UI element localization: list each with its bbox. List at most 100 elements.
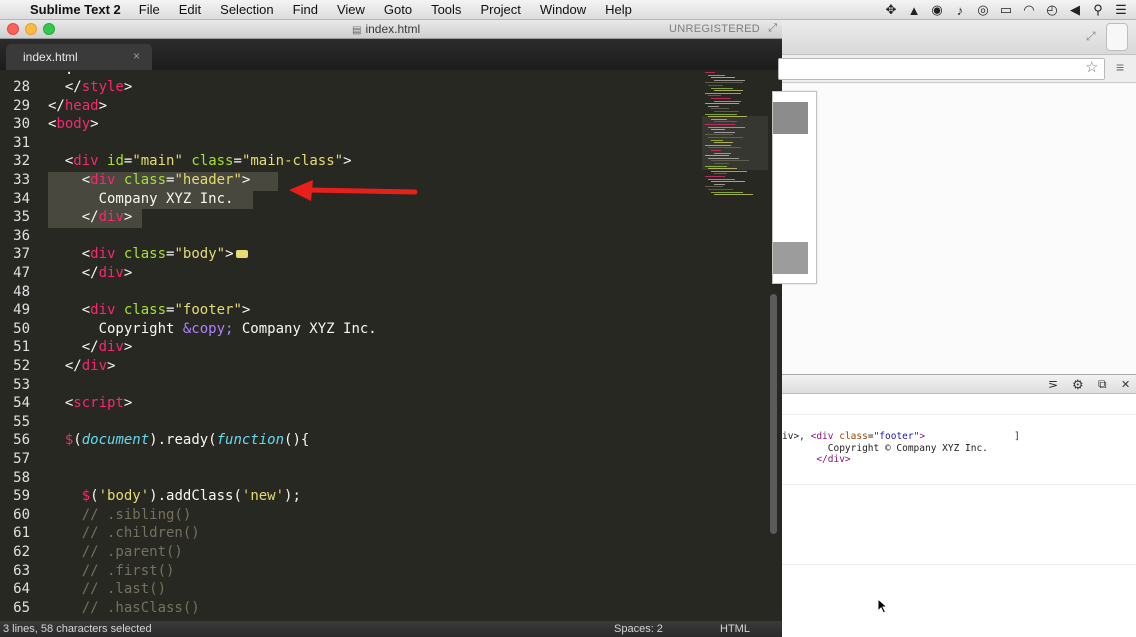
document-icon: ▤ xyxy=(352,25,362,36)
menu-help[interactable]: Help xyxy=(605,2,632,17)
minimap-line xyxy=(711,118,727,120)
code-editor[interactable]: 28 29 30 31 32 33 34 35 36 37 47 48 49 50 51 52 53 54 55 56… xyxy=(0,70,782,621)
minimap-line xyxy=(711,108,729,110)
menu-find[interactable]: Find xyxy=(293,2,318,17)
bookmark-star-icon[interactable]: ☆ xyxy=(1085,58,1098,76)
time-machine-icon[interactable]: ◴ xyxy=(1045,2,1059,18)
minimap-line xyxy=(705,82,743,84)
window-minimize-button[interactable] xyxy=(25,23,37,35)
minimap-line xyxy=(711,181,745,183)
minimap-line xyxy=(711,87,733,89)
address-bar[interactable] xyxy=(778,58,1105,80)
footer-block xyxy=(773,242,808,274)
devtools-panel: ⋝ ⚙ ⧉ ✕ iv>, <div class="footer"> Copyri… xyxy=(782,374,1136,637)
minimap[interactable] xyxy=(700,70,770,220)
code-line-63: // .first() xyxy=(48,562,175,579)
folded-code-marker[interactable] xyxy=(235,250,248,259)
volume-icon[interactable]: ◀ xyxy=(1068,2,1082,18)
battery-icon[interactable]: ▭ xyxy=(999,2,1013,18)
code-area[interactable]: . </style> </head> <body> <div id="main"… xyxy=(48,70,698,621)
sublime-window: ▤ index.html UNREGISTERED ⤢ index.html × … xyxy=(0,20,782,637)
profile-button[interactable] xyxy=(1106,23,1128,51)
minimap-line xyxy=(714,194,753,196)
array-close-bracket: ] xyxy=(1014,431,1021,442)
minimap-line xyxy=(708,126,745,128)
browser-menu-icon[interactable]: ≡ xyxy=(1116,59,1124,75)
minimap-line xyxy=(714,100,741,102)
minimap-line xyxy=(708,116,747,118)
minimap-line xyxy=(705,176,725,177)
line-number: 28 xyxy=(13,79,30,95)
syntax-mode[interactable]: HTML xyxy=(720,623,750,635)
devtools-row xyxy=(782,485,1136,565)
console-output: iv>, <div class="footer"> Copyright © Co… xyxy=(782,431,988,465)
vertical-scrollbar[interactable] xyxy=(770,294,777,534)
minimap-line xyxy=(705,92,741,94)
tab-label: index.html xyxy=(23,50,78,64)
unregistered-label: UNREGISTERED xyxy=(669,23,760,35)
settings-gear-icon[interactable]: ⚙ xyxy=(1072,377,1084,393)
window-title: ▤ index.html xyxy=(352,22,420,36)
dropbox-icon[interactable]: ✥ xyxy=(884,2,898,18)
dock-side-icon[interactable]: ⧉ xyxy=(1098,377,1107,392)
line-number: 61 xyxy=(13,525,30,542)
minimap-line xyxy=(708,157,739,159)
menu-tools[interactable]: Tools xyxy=(431,2,461,17)
eye-icon[interactable]: ◉ xyxy=(930,2,944,18)
minimap-line xyxy=(711,98,731,99)
red-arrow-annotation xyxy=(289,180,418,201)
notification-center-icon[interactable]: ☰ xyxy=(1114,2,1128,18)
line-number: 54 xyxy=(13,395,30,412)
line-number-gutter: 28 29 30 31 32 33 34 35 36 37 47 48 49 50 51 52 53 54 55 56… xyxy=(0,70,38,621)
code-line-49: <div class="footer"> xyxy=(48,302,251,319)
wifi-icon[interactable]: ◠ xyxy=(1022,2,1036,18)
menu-file[interactable]: File xyxy=(139,2,160,17)
menu-goto[interactable]: Goto xyxy=(384,2,412,17)
minimap-line xyxy=(711,170,747,172)
tab-close-icon[interactable]: × xyxy=(133,49,140,63)
minimap-line xyxy=(711,160,749,162)
line-number: 64 xyxy=(13,581,30,598)
fullscreen-icon[interactable]: ⤢ xyxy=(1086,29,1096,44)
menu-edit[interactable]: Edit xyxy=(179,2,201,17)
line-number: 58 xyxy=(13,469,30,486)
fullscreen-icon[interactable]: ⤢ xyxy=(768,22,777,35)
minimap-line xyxy=(708,137,743,138)
tab-index-html[interactable]: index.html × xyxy=(6,44,152,70)
record-icon[interactable]: ◎ xyxy=(976,2,990,18)
minimap-line xyxy=(705,165,727,167)
web-page-viewport[interactable] xyxy=(772,84,1136,374)
code-line-34: Company XYZ Inc. xyxy=(48,190,234,207)
devtools-close-icon[interactable]: ✕ xyxy=(1121,378,1130,391)
minimap-line xyxy=(708,95,721,97)
code-line-32: <div id="main" class="main-class"> xyxy=(48,153,352,170)
minimap-line xyxy=(711,191,743,193)
line-number: 60 xyxy=(13,506,30,523)
minimap-line xyxy=(708,178,735,180)
menu-selection[interactable]: Selection xyxy=(220,2,273,17)
minimap-line xyxy=(711,77,735,79)
drive-icon[interactable]: ▲ xyxy=(907,3,921,18)
minimap-line xyxy=(708,189,733,190)
minimap-line xyxy=(708,74,725,76)
notification-bell-icon[interactable]: ♪ xyxy=(953,3,967,18)
app-menu[interactable]: Sublime Text 2 xyxy=(30,2,121,17)
line-number: 53 xyxy=(13,376,30,393)
browser-window: ⤢ ☆ ≡ ⋝ ⚙ ⧉ ✕ iv>, <div class="footer"> … xyxy=(772,20,1136,637)
menu-view[interactable]: View xyxy=(337,2,365,17)
minimap-line xyxy=(711,139,723,141)
console-drawer-icon[interactable]: ⋝ xyxy=(1048,377,1058,391)
minimap-line xyxy=(714,163,729,164)
browser-titlebar: ⤢ xyxy=(782,20,1136,55)
window-close-button[interactable] xyxy=(7,23,19,35)
spotlight-search-icon[interactable]: ⚲ xyxy=(1091,2,1105,18)
minimap-line xyxy=(711,150,721,151)
line-number: 34 xyxy=(13,190,30,207)
line-number: 36 xyxy=(13,227,30,244)
menu-window[interactable]: Window xyxy=(540,2,586,17)
window-zoom-button[interactable] xyxy=(43,23,55,35)
code-line-52: </div> xyxy=(48,358,116,374)
menu-project[interactable]: Project xyxy=(480,2,520,17)
indentation-setting[interactable]: Spaces: 2 xyxy=(614,623,663,635)
line-number: 63 xyxy=(13,562,30,579)
